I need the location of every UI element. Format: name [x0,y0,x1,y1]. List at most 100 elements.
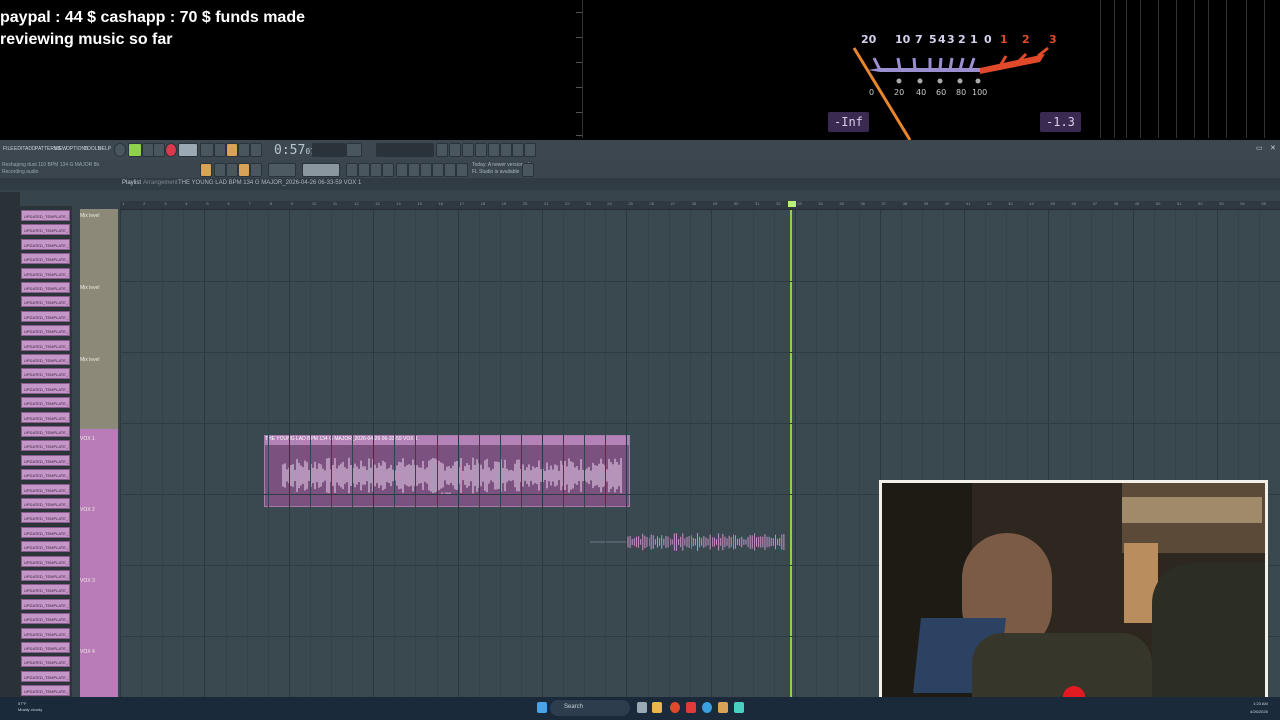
tool-icon[interactable] [456,163,468,177]
picker-item[interactable]: UPDATED_TEMPLATE_1_15 [21,454,70,466]
picker-item[interactable]: UPDATED_TEMPLATE_1_15 [21,541,70,553]
picker-item[interactable]: UPDATED_TEMPLATE_1_15 [21,411,70,423]
tool-icon[interactable] [238,163,250,177]
playhead-marker[interactable] [788,201,796,207]
close-icon[interactable]: ✕ [1270,144,1276,152]
audio-clip[interactable]: THE YOUNG LAD BPM 134 G MAJOR_2026-04-26… [264,435,630,507]
tool-icon[interactable] [396,163,408,177]
picker-item[interactable]: UPDATED_TEMPLATE_1_15 [21,224,70,236]
picker-item[interactable]: UPDATED_TEMPLATE_1_15 [21,555,70,567]
picker-item[interactable]: UPDATED_TEMPLATE_1_15 [21,238,70,250]
picker-item[interactable]: UPDATED_TEMPLATE_1_15 [21,512,70,524]
picker-item[interactable]: UPDATED_TEMPLATE_1_15 [21,613,70,625]
picker-item[interactable]: UPDATED_TEMPLATE_1_15 [21,382,70,394]
picker-item[interactable]: UPDATED_TEMPLATE_1_15 [21,354,70,365]
tool-icon[interactable] [420,163,432,177]
menu-view[interactable]: VIEW [54,146,67,152]
play-button[interactable] [128,143,142,157]
track-label[interactable]: VOX 3 [80,578,118,584]
menu-help[interactable]: HELP [98,146,111,152]
picker-item[interactable]: UPDATED_TEMPLATE_1_15 [21,526,70,538]
toolbar-icon[interactable] [524,143,536,157]
tool-icon[interactable] [382,163,394,177]
tool-icon[interactable] [358,163,370,177]
weather-widget[interactable]: 57°F Mostly cloudy [18,701,42,713]
start-icon[interactable] [537,702,547,713]
playhead[interactable] [790,210,792,697]
app-icon[interactable] [734,702,744,713]
toolbar-icon[interactable] [462,143,474,157]
news-panel[interactable]: Today: A newer version of FL Studio is a… [472,162,529,176]
tool-icon[interactable] [444,163,456,177]
chrome-icon[interactable] [702,702,712,713]
picker-item[interactable]: UPDATED_TEMPLATE_1_15 [21,339,70,351]
picker-item[interactable]: UPDATED_TEMPLATE_1_15 [21,253,70,265]
record-button[interactable] [165,143,177,157]
picker-item[interactable]: UPDATED_TEMPLATE_1_15 [21,598,70,610]
picker-item[interactable]: UPDATED_TEMPLATE_1_15 [21,267,70,279]
picker-item[interactable]: UPDATED_TEMPLATE_1_15 [21,670,70,682]
picker-item[interactable]: UPDATED_TEMPLATE_1_15 [21,426,70,437]
picker-item[interactable]: UPDATED_TEMPLATE_1_15 [21,570,70,581]
update-icon[interactable] [522,163,534,177]
picker-item[interactable]: UPDATED_TEMPLATE_1_15 [21,210,70,221]
step-edit-button[interactable] [250,143,262,157]
tool-icon[interactable] [214,163,226,177]
pat-song-toggle[interactable] [114,143,126,157]
menu-add[interactable]: ADD [25,146,36,152]
picker-item[interactable]: UPDATED_TEMPLATE_1_15 [21,397,70,409]
menu-file[interactable]: FILE [3,146,14,152]
picker-item[interactable]: UPDATED_TEMPLATE_1_15 [21,627,70,639]
snap-button[interactable] [200,163,212,177]
track-label[interactable]: Mix level [80,213,118,219]
track-label[interactable]: VOX 2 [80,507,118,513]
track-label[interactable]: VOX 4 [80,649,118,655]
opera-icon[interactable] [670,702,680,713]
tool-icon[interactable] [250,163,262,177]
blend-notes-button[interactable] [226,143,238,157]
minimize-icon[interactable]: ▭ [1256,144,1263,152]
toolbar-icon[interactable] [500,143,512,157]
picker-item[interactable]: UPDATED_TEMPLATE_1_15 [21,325,70,337]
picker-item[interactable]: UPDATED_TEMPLATE_1_15 [21,685,70,697]
toolbar-icon[interactable] [488,143,500,157]
tool-icon[interactable] [432,163,444,177]
picker-item[interactable]: UPDATED_TEMPLATE_1_15 [21,469,70,481]
track-label[interactable]: Mix level [80,285,118,291]
picker-item[interactable]: UPDATED_TEMPLATE_1_15 [21,483,70,495]
file-explorer-icon[interactable] [652,702,662,713]
picker-item[interactable]: UPDATED_TEMPLATE_1_15 [21,440,70,452]
search-box[interactable]: Search [550,700,630,716]
loop-record-button[interactable] [238,143,250,157]
picker-item[interactable]: UPDATED_TEMPLATE_1_15 [21,584,70,596]
snap-select[interactable] [268,163,296,177]
toolbar-icon[interactable] [449,143,461,157]
tool-icon[interactable] [226,163,238,177]
stop-button[interactable] [153,143,165,157]
picker-item[interactable]: UPDATED_TEMPLATE_1_15 [21,642,70,653]
youtube-icon[interactable] [686,702,696,713]
picker-item[interactable]: UPDATED_TEMPLATE_1_15 [21,296,70,308]
countdown-button[interactable] [214,143,226,157]
track-label[interactable]: Mix level [80,357,118,363]
browser-strip[interactable] [0,192,20,697]
pattern-select[interactable] [302,163,340,177]
menu-edit[interactable]: EDIT [14,146,25,152]
tempo-display[interactable] [178,143,198,157]
track-label[interactable]: VOX 1 [80,436,118,442]
toolbar-icon[interactable] [512,143,524,157]
arrangement-label[interactable]: Arrangement [143,180,178,186]
tool-icon[interactable] [408,163,420,177]
picker-item[interactable]: UPDATED_TEMPLATE_1_15 [21,498,70,509]
fl-studio-icon[interactable] [718,702,728,713]
tool-icon[interactable] [370,163,382,177]
timeline-ruler[interactable]: 1 2 3 4 5 6 7 8 9 10 11 12 13 14 15 16 17 18 19 20 21 22 23 24 2… [120,201,1280,210]
help-icon[interactable] [475,143,487,157]
toolbar-icon[interactable] [436,143,448,157]
picker-item[interactable]: UPDATED_TEMPLATE_1_15 [21,368,70,380]
picker-item[interactable]: UPDATED_TEMPLATE_1_15 [21,282,70,293]
picker-item[interactable]: UPDATED_TEMPLATE_1_15 [21,310,70,322]
clock[interactable]: 1:23 AM 4/26/2026 [1250,700,1268,716]
taskview-icon[interactable] [637,702,647,713]
tool-icon[interactable] [346,163,358,177]
